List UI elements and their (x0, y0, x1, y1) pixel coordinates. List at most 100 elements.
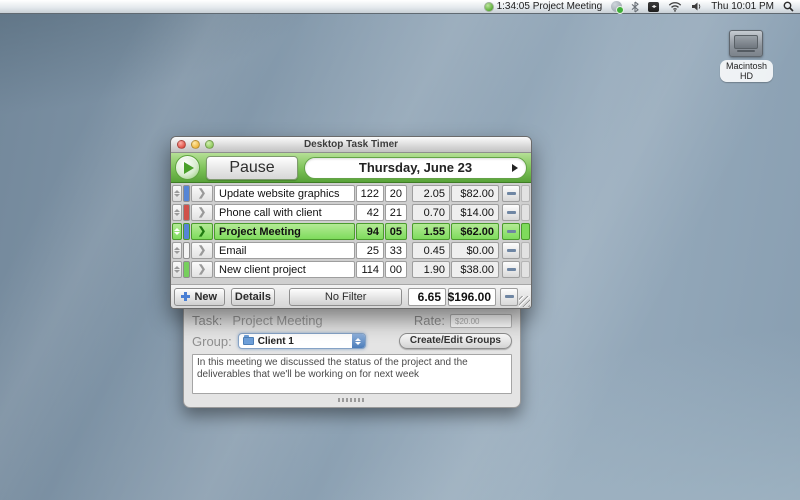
menu-display[interactable] (648, 1, 660, 12)
up-arrow-icon (174, 190, 180, 193)
task-hours: 1.55 (412, 223, 450, 240)
title-bar[interactable]: Desktop Task Timer (171, 137, 531, 153)
task-scroll-strip (521, 242, 530, 259)
combo-arrows-icon (351, 334, 365, 348)
menu-volume[interactable] (691, 1, 702, 12)
task-stepper[interactable] (172, 223, 182, 240)
date-picker[interactable]: Thursday, June 23 (304, 156, 527, 179)
minus-icon (506, 249, 516, 252)
up-arrow-icon (174, 247, 180, 250)
details-drawer: Task: Project Meeting Rate: $20.00 Group… (183, 300, 521, 408)
task-color-chip (183, 185, 190, 202)
task-row[interactable]: ❯ Email 25 33 0.45 $0.00 (172, 242, 530, 259)
task-stepper[interactable] (172, 204, 182, 221)
volume-icon (692, 2, 701, 11)
task-minutes[interactable]: 25 (356, 242, 384, 259)
play-icon (183, 161, 194, 174)
menu-bluetooth[interactable] (631, 1, 640, 13)
group-select[interactable]: Client 1 (237, 333, 366, 349)
resize-grip[interactable] (519, 296, 530, 307)
macintosh-hd-icon[interactable]: Macintosh HD (720, 30, 774, 84)
task-label: Task: (192, 313, 223, 328)
menu-wifi[interactable] (668, 1, 682, 12)
task-play-arrow-icon[interactable]: ❯ (191, 261, 213, 278)
task-seconds[interactable]: 20 (385, 185, 407, 202)
task-hours: 0.45 (412, 242, 450, 259)
folder-icon (242, 335, 254, 345)
footer-remove-button[interactable] (500, 287, 519, 306)
task-color-chip (183, 242, 190, 259)
task-remove-button[interactable] (502, 223, 520, 240)
menu-timer-status[interactable]: 1:34:05 Project Meeting (483, 1, 602, 12)
task-row[interactable]: ❯ Update website graphics 122 20 2.05 $8… (172, 185, 530, 202)
rate-label: Rate: (413, 313, 445, 328)
task-stepper[interactable] (172, 261, 182, 278)
minus-icon (506, 211, 516, 214)
pause-button[interactable]: Pause (206, 155, 298, 180)
menu-sync[interactable] (611, 1, 625, 14)
timer-toolbar: Pause Thursday, June 23 (171, 153, 531, 183)
sync-icon (611, 1, 625, 14)
task-name[interactable]: Update website graphics (214, 185, 355, 202)
task-hours: 1.90 (412, 261, 450, 278)
task-play-arrow-icon[interactable]: ❯ (191, 223, 213, 240)
menu-clock[interactable]: Thu 10:01 PM (711, 1, 774, 12)
minimize-button[interactable] (191, 140, 200, 149)
task-amount: $82.00 (451, 185, 499, 202)
up-arrow-icon (174, 209, 180, 212)
rate-field[interactable]: $20.00 (450, 313, 512, 328)
new-task-button[interactable]: New (174, 287, 225, 306)
date-label: Thursday, June 23 (358, 160, 473, 175)
up-arrow-icon (174, 266, 180, 269)
task-name[interactable]: Phone call with client (214, 204, 355, 221)
bluetooth-icon (631, 1, 640, 12)
task-name[interactable]: Project Meeting (214, 223, 355, 240)
task-color-chip (183, 261, 190, 278)
minus-icon (506, 268, 516, 271)
task-minutes[interactable]: 122 (356, 185, 384, 202)
display-icon (648, 1, 660, 12)
task-remove-button[interactable] (502, 185, 520, 202)
task-name[interactable]: New client project (214, 261, 355, 278)
task-scroll-strip (521, 185, 530, 202)
task-row[interactable]: ❯ Phone call with client 42 21 0.70 $14.… (172, 204, 530, 221)
task-play-arrow-icon[interactable]: ❯ (191, 204, 213, 221)
task-remove-button[interactable] (502, 261, 520, 278)
task-row[interactable]: ❯ Project Meeting 94 05 1.55 $62.00 (172, 223, 530, 240)
task-hours: 0.70 (412, 204, 450, 221)
task-name[interactable]: Email (214, 242, 355, 259)
details-button[interactable]: Details (230, 287, 276, 306)
down-arrow-icon (174, 194, 180, 197)
task-minutes[interactable]: 94 (356, 223, 384, 240)
next-day-icon[interactable] (512, 163, 518, 172)
task-seconds[interactable]: 00 (385, 261, 407, 278)
create-edit-groups-button[interactable]: Create/Edit Groups (398, 333, 512, 349)
drawer-drag-handle[interactable] (338, 398, 366, 402)
task-seconds[interactable]: 33 (385, 242, 407, 259)
task-minutes[interactable]: 114 (356, 261, 384, 278)
task-row[interactable]: ❯ New client project 114 00 1.90 $38.00 (172, 261, 530, 278)
minus-icon (506, 230, 516, 233)
task-seconds[interactable]: 05 (385, 223, 407, 240)
total-hours: 6.65 (408, 287, 447, 306)
task-seconds[interactable]: 21 (385, 204, 407, 221)
task-value: Project Meeting (232, 313, 323, 328)
task-color-chip (183, 223, 190, 240)
close-button[interactable] (177, 140, 186, 149)
up-arrow-icon (174, 228, 180, 231)
task-play-arrow-icon[interactable]: ❯ (191, 242, 213, 259)
total-amount: $196.00 (448, 287, 497, 306)
notes-textarea[interactable]: In this meeting we discussed the status … (192, 354, 512, 394)
task-remove-button[interactable] (502, 204, 520, 221)
window-title: Desktop Task Timer (303, 139, 399, 150)
filter-button[interactable]: No Filter (289, 287, 403, 306)
play-button[interactable] (175, 155, 200, 180)
zoom-button[interactable] (205, 140, 214, 149)
menu-spotlight[interactable] (783, 1, 794, 12)
task-play-arrow-icon[interactable]: ❯ (191, 185, 213, 202)
task-minutes[interactable]: 42 (356, 204, 384, 221)
task-stepper[interactable] (172, 185, 182, 202)
task-remove-button[interactable] (502, 242, 520, 259)
timer-status-icon (483, 1, 494, 12)
task-stepper[interactable] (172, 242, 182, 259)
